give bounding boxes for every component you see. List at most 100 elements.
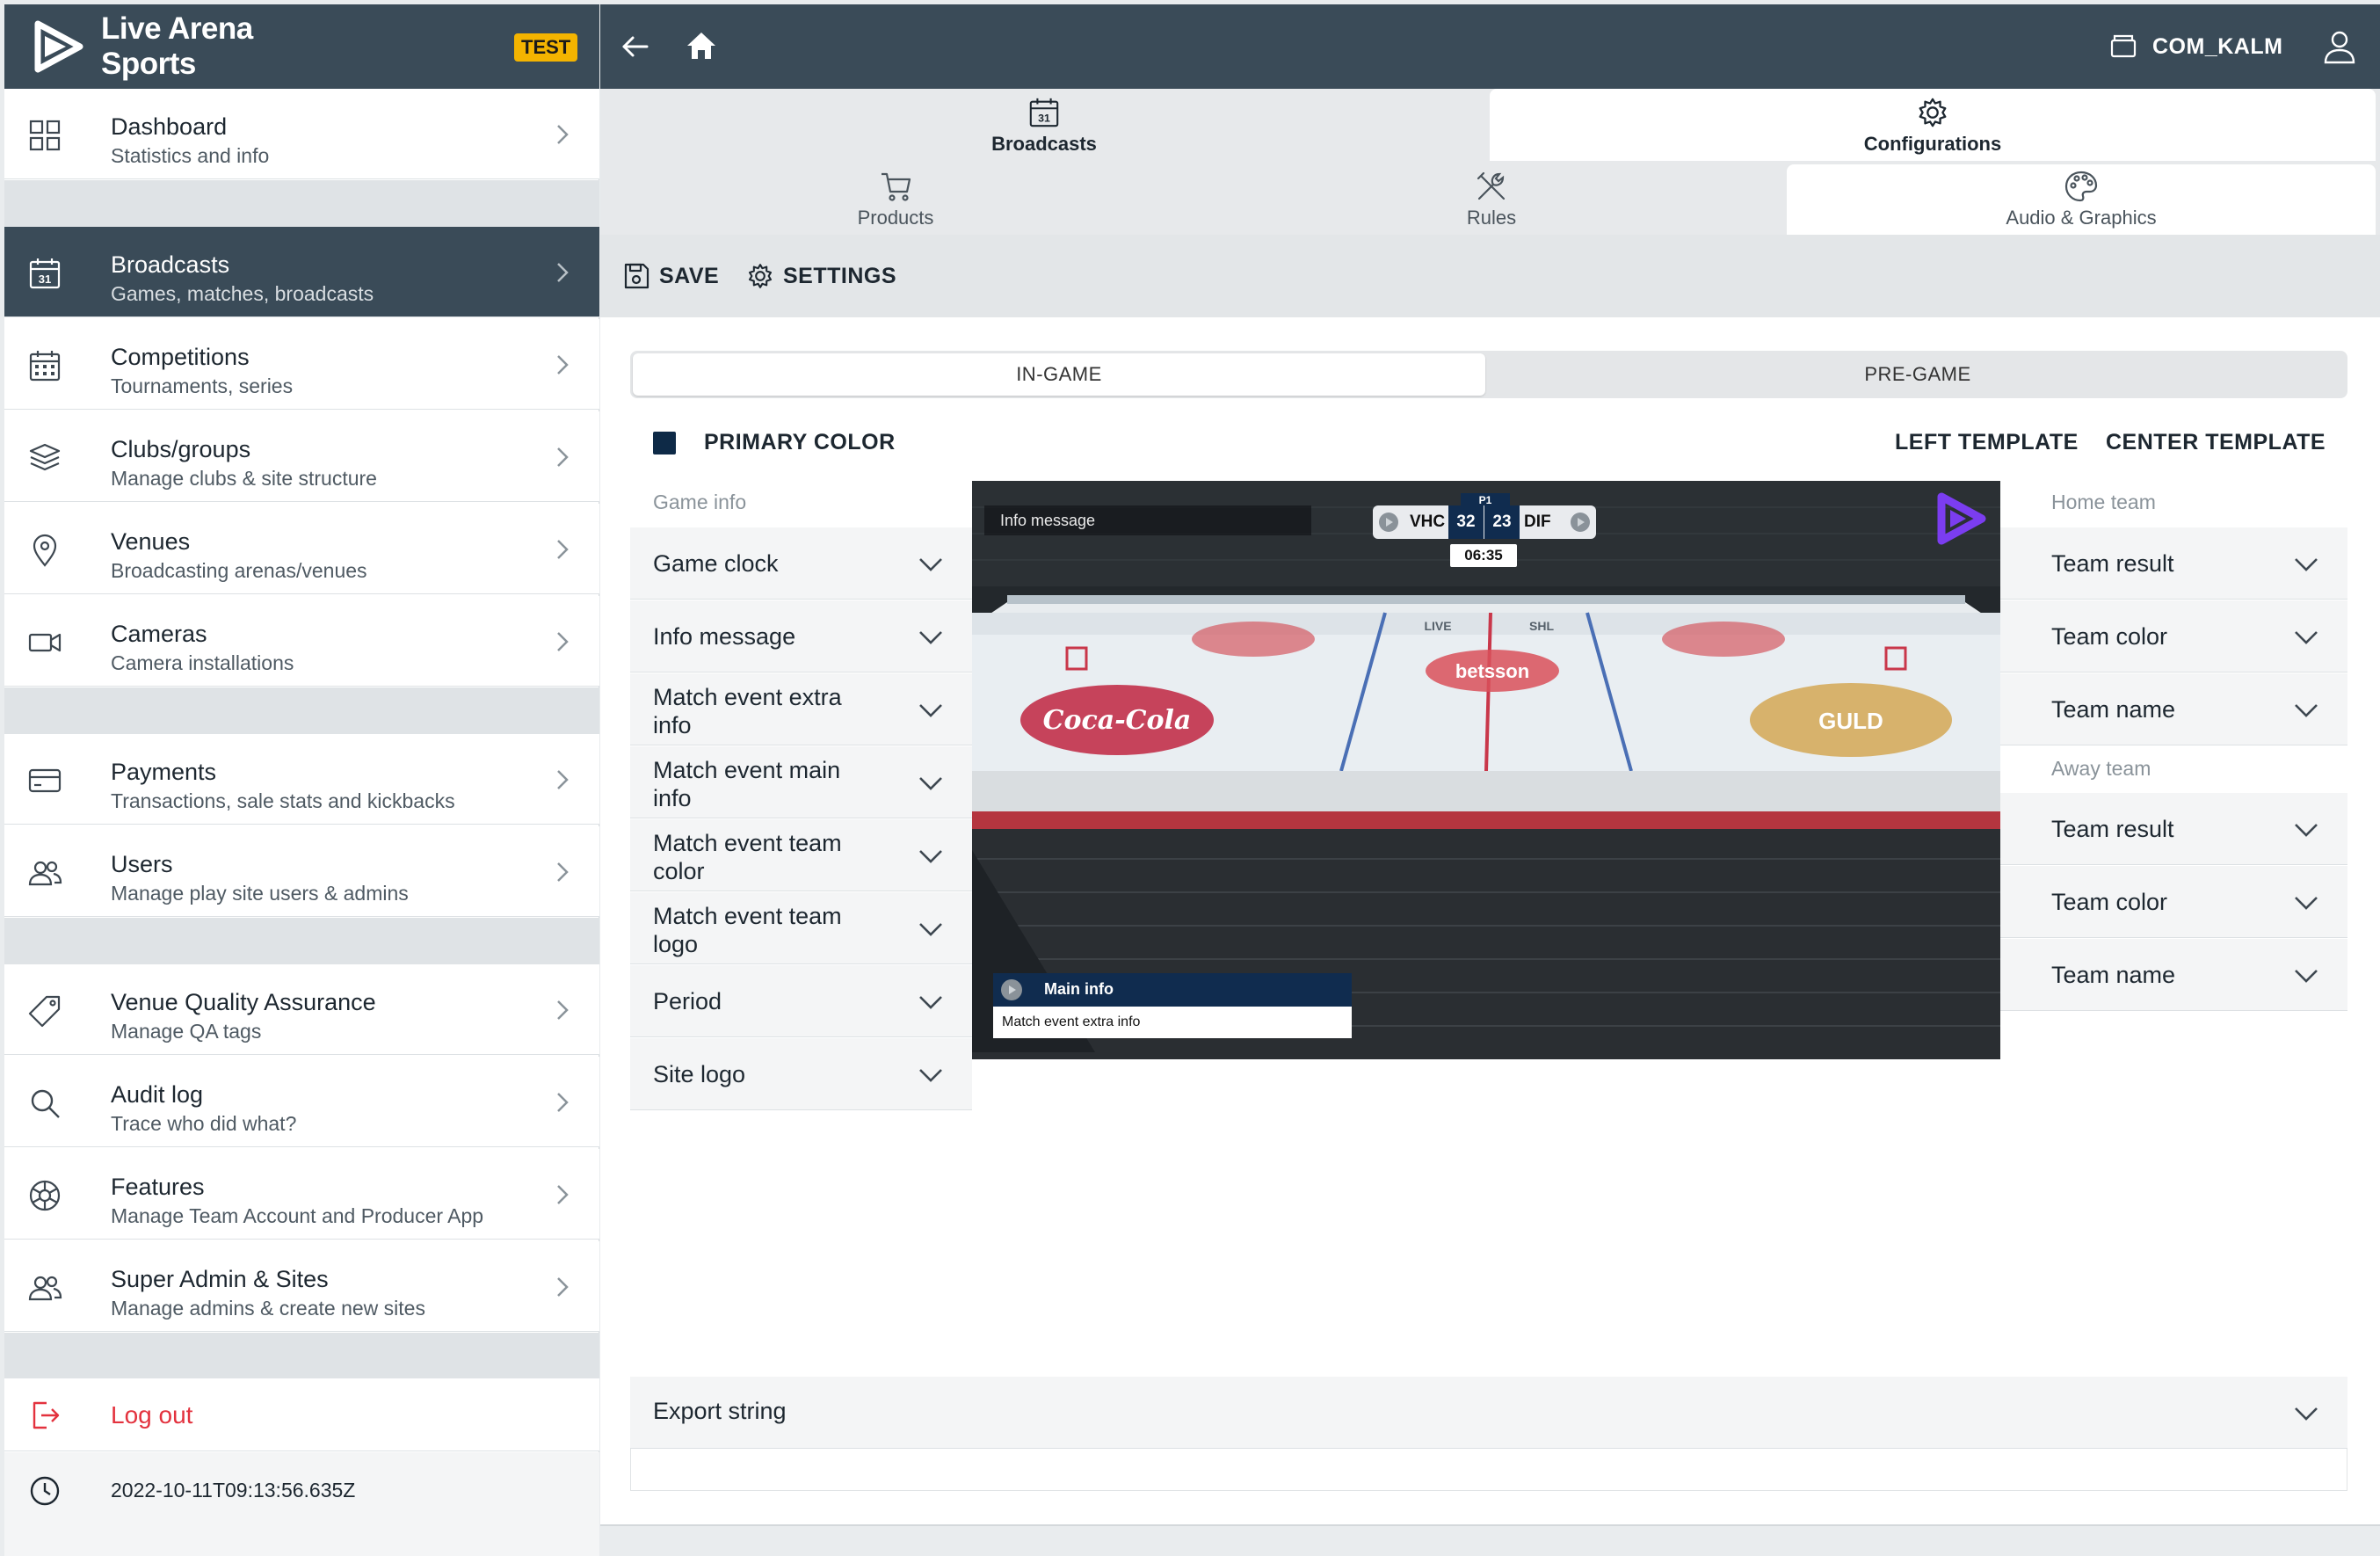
chevron-right-icon [557, 1093, 569, 1112]
accordion-away-team-name[interactable]: Team name [2000, 939, 2347, 1011]
sidebar-item-competitions[interactable]: Competitions Tournaments, series [4, 319, 599, 410]
primary-color-swatch[interactable] [653, 432, 676, 454]
chevron-right-icon [557, 540, 569, 559]
sidebar-item-title: Venues [111, 528, 191, 555]
away-team-code: DIF [1524, 513, 1551, 531]
chevron-right-icon [557, 862, 569, 882]
brand-line-2: Sports [101, 47, 196, 81]
brand-header: Live Arena Sports TEST [4, 4, 599, 89]
sidebar-item-broadcasts[interactable]: 31 Broadcasts Games, matches, broadcasts [4, 227, 599, 317]
users-icon [28, 861, 62, 886]
sidebar-item-subtitle: Trace who did what? [111, 1112, 297, 1135]
top-bar: COM_KALM [600, 4, 2380, 89]
accordion-home-team-name[interactable]: Team name [2000, 673, 2347, 745]
sidebar-spacer [4, 918, 599, 964]
logout-button[interactable]: Log out [4, 1378, 599, 1451]
sidebar-item-title: Audit log [111, 1081, 204, 1108]
left-template-button[interactable]: LEFT TEMPLATE [1895, 430, 2079, 455]
tag-icon [28, 995, 61, 1028]
palette-icon [2064, 171, 2098, 202]
tab-rules[interactable]: Rules [1196, 164, 1787, 235]
sidebar-item-venue-qa[interactable]: Venue Quality Assurance Manage QA tags [4, 964, 599, 1055]
calendar-icon: 31 [29, 258, 61, 289]
layers-icon [29, 443, 61, 471]
export-label: Export string [653, 1398, 787, 1424]
save-button[interactable]: SAVE [622, 261, 728, 291]
accordion-match-event-main-info[interactable]: Match event main info [630, 746, 972, 818]
grid-icon [29, 120, 61, 151]
chevron-right-icon [557, 770, 569, 789]
home-score: 32 [1448, 505, 1484, 539]
tab-products[interactable]: Products [600, 164, 1191, 235]
sidebar-item-features[interactable]: Features Manage Team Account and Produce… [4, 1149, 599, 1240]
accordion-away-team-color[interactable]: Team color [2000, 866, 2347, 938]
chevron-down-icon [2295, 1407, 2318, 1421]
sidebar-item-dashboard[interactable]: Dashboard Statistics and info [4, 89, 599, 179]
settings-button[interactable]: SETTINGS [746, 261, 904, 291]
tab-configurations[interactable]: Configurations [1490, 89, 2376, 161]
sidebar-item-users[interactable]: Users Manage play site users & admins [4, 826, 599, 917]
mode-tabs: IN-GAME PRE-GAME [630, 351, 2347, 398]
logout-icon [33, 1401, 60, 1429]
accordion-site-logo[interactable]: Site logo [630, 1038, 972, 1110]
chevron-down-icon [2295, 970, 2318, 983]
cart-icon [882, 172, 911, 201]
sidebar-item-subtitle: Broadcasting arenas/venues [111, 559, 367, 582]
accordion-home-team-result[interactable]: Team result [2000, 527, 2347, 600]
accordion-away-team-result[interactable]: Team result [2000, 793, 2347, 865]
sidebar-item-clubs-groups[interactable]: Clubs/groups Manage clubs & site structu… [4, 411, 599, 502]
tools-icon [1477, 171, 1506, 200]
sidebar-item-title: Cameras [111, 621, 207, 647]
clock-icon [30, 1476, 60, 1506]
chevron-down-icon [2295, 897, 2318, 910]
back-arrow-icon[interactable] [620, 31, 651, 62]
sidebar-item-title: Venue Quality Assurance [111, 989, 376, 1015]
sidebar: Live Arena Sports TEST Dashboard Statist… [4, 4, 599, 1556]
calendar-grid-icon [29, 351, 61, 382]
graphics-preview: Coca-Cola betsson GULD LIVE SHL Info mes… [972, 481, 2000, 1059]
tab-audio-graphics[interactable]: Audio & Graphics [1787, 164, 2376, 235]
sidebar-item-audit-log[interactable]: Audit log Trace who did what? [4, 1057, 599, 1147]
accordion-period[interactable]: Period [630, 965, 972, 1037]
norrlands-guld-sign: GULD [1818, 708, 1883, 734]
tab-broadcasts[interactable]: 31 Broadcasts [600, 89, 1488, 161]
video-camera-icon [28, 633, 62, 652]
sidebar-item-cameras[interactable]: Cameras Camera installations [4, 596, 599, 687]
sidebar-item-title: Features [111, 1174, 205, 1200]
chevron-down-icon [919, 777, 942, 790]
sidebar-item-payments[interactable]: Payments Transactions, sale stats and ki… [4, 734, 599, 825]
accordion-label: Period [653, 988, 722, 1014]
accordion-info-message[interactable]: Info message [630, 600, 972, 673]
accordion-match-event-team-logo[interactable]: Match event team logo [630, 892, 972, 964]
accordion-match-event-team-color[interactable]: Match event team color [630, 819, 972, 891]
sidebar-item-subtitle: Manage Team Account and Producer App [111, 1204, 484, 1227]
credit-card-icon [28, 768, 62, 793]
accordion-export-string[interactable]: Export string [630, 1377, 2347, 1449]
tab-label: Products [857, 207, 934, 229]
folder-icon [2110, 34, 2137, 58]
accordion-label: Team color [2051, 889, 2168, 915]
tab-pre-game[interactable]: PRE-GAME [1491, 353, 2344, 396]
chevron-down-icon [919, 996, 942, 1009]
accordion-label: Info message [653, 623, 796, 650]
timestamp: 2022-10-11T09:13:56.635Z [111, 1479, 356, 1501]
account-name[interactable]: COM_KALM [2152, 34, 2282, 60]
sidebar-item-venues[interactable]: Venues Broadcasting arenas/venues [4, 504, 599, 594]
users-icon [28, 1276, 62, 1301]
lower-third-overlay: Main info Match event extra info [993, 973, 1352, 1038]
chevron-right-icon [557, 263, 569, 282]
export-string-body [630, 1449, 2347, 1491]
center-template-button[interactable]: CENTER TEMPLATE [2106, 430, 2326, 455]
sidebar-item-super-admin[interactable]: Super Admin & Sites Manage admins & crea… [4, 1241, 599, 1332]
accordion-home-team-color[interactable]: Team color [2000, 600, 2347, 673]
chevron-right-icon [557, 447, 569, 467]
tab-in-game[interactable]: IN-GAME [633, 353, 1485, 396]
chevron-down-icon [919, 923, 942, 936]
live-arena-logo [34, 20, 83, 73]
accordion-match-event-extra-info[interactable]: Match event extra info [630, 673, 972, 745]
sidebar-spacer [4, 1333, 599, 1378]
home-icon[interactable] [685, 30, 718, 62]
accordion-game-clock[interactable]: Game clock [630, 527, 972, 600]
user-icon[interactable] [2323, 29, 2356, 64]
calendar-icon: 31 [1029, 98, 1059, 127]
